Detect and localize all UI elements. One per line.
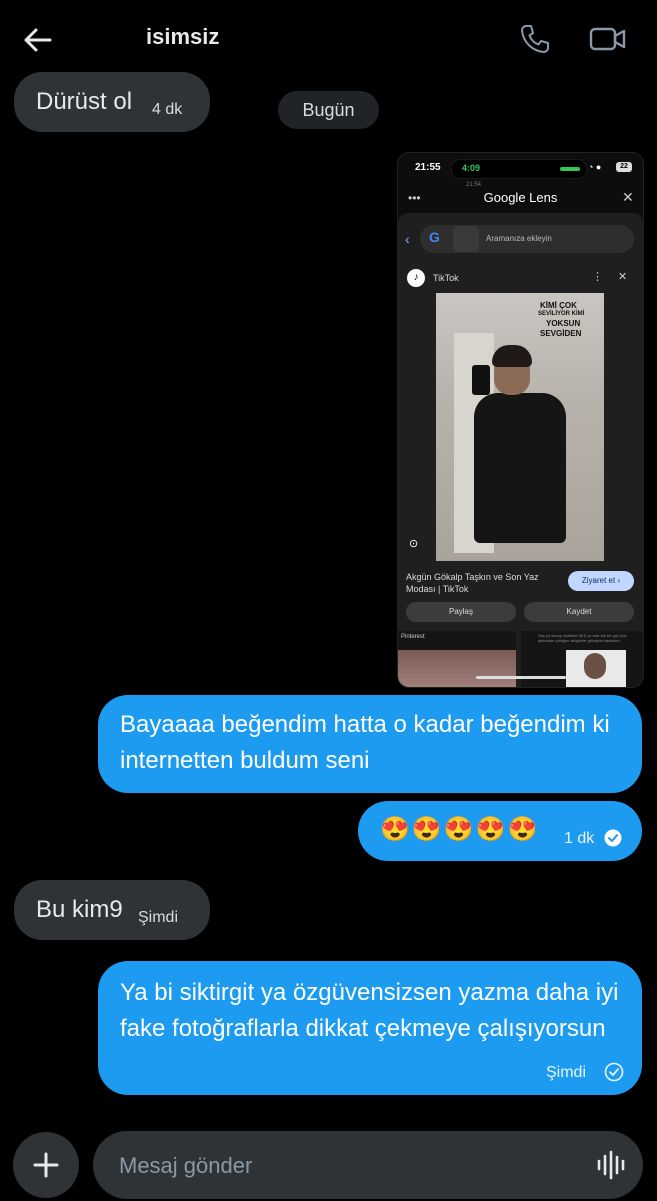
overlay-text: YOKSUN (546, 319, 581, 328)
message-text: Dürüst ol (36, 88, 133, 115)
result-photo: KİMİ ÇOK SEVİLİYOR KİMİ YOKSUN SEVGİDEN (436, 293, 604, 561)
result-title: Akgün Gökalp Taşkın ve Son Yaz Modası | … (406, 572, 539, 594)
message-emoji: 😍😍😍😍😍 (380, 816, 540, 843)
message-time: 4 dk (152, 101, 183, 118)
overlay-text: KİMİ ÇOK (540, 301, 577, 310)
tiktok-icon: ♪ (407, 269, 425, 287)
related-image-face (584, 653, 606, 679)
save-button: Kaydet (524, 602, 634, 622)
source-name: TikTok (433, 273, 459, 283)
google-logo-icon: G (429, 229, 440, 245)
message-time: Şimdi (138, 909, 179, 926)
outgoing-message[interactable]: Ya bi siktirgit ya özgüvensizsen yazma d… (98, 961, 642, 1095)
chat-header: isimsiz (0, 0, 657, 76)
overlay-text: SEVGİDEN (540, 329, 582, 338)
outgoing-message[interactable]: Bayaaaa beğendim hatta o kadar beğendim … (98, 695, 642, 793)
voice-waveform-icon[interactable] (596, 1150, 628, 1180)
photo-person-hair (492, 345, 532, 367)
battery-level: 22 (616, 162, 632, 172)
share-button: Paylaş (406, 602, 516, 622)
message-text: Bu kim9 (36, 896, 123, 923)
photo-phone (472, 365, 490, 395)
overlay-text: SEVİLİYOR KİMİ (538, 311, 585, 317)
phone-icon[interactable] (518, 22, 552, 56)
photo-person-body (474, 393, 566, 543)
outgoing-message[interactable]: 😍😍😍😍😍 1 dk (358, 801, 642, 861)
search-thumbnail (453, 226, 479, 252)
related-card-text: Saç yıl olmuş sözlükte 9EŞ yıl arta tek … (538, 633, 627, 643)
audio-wave-icon (560, 167, 580, 171)
message-input[interactable] (117, 1131, 571, 1201)
pinterest-label: Pinterest (401, 634, 425, 640)
incoming-message[interactable]: Bu kim9 Şimdi (14, 880, 210, 940)
visit-button: Ziyaret et › (568, 571, 634, 591)
sub-time: 21:54 (466, 182, 482, 188)
status-time: 21:55 (415, 162, 441, 173)
close-icon: ✕ (618, 271, 628, 283)
wifi-icon: ◔ ● (588, 162, 602, 172)
incoming-message[interactable]: Dürüst ol 4 dk (14, 72, 210, 132)
sent-check-icon (604, 1062, 624, 1082)
image-attachment[interactable]: 21:55 4:09 ◔ ● 22 21:54 ••• Google Lens … (397, 152, 644, 688)
related-image (398, 650, 516, 687)
arrow-left-icon[interactable] (20, 22, 56, 58)
lens-search-placeholder: Aramanıza ekleyin (486, 234, 552, 243)
message-time: Şimdi (546, 1064, 587, 1081)
home-indicator (476, 676, 566, 679)
message-text: Ya bi siktirgit ya özgüvensizsen yazma d… (120, 979, 619, 1042)
video-camera-icon[interactable] (588, 22, 628, 56)
message-composer (93, 1131, 643, 1201)
lens-icon: ⊙ (409, 538, 419, 550)
conversation-title[interactable]: isimsiz (146, 24, 219, 50)
add-media-button[interactable] (13, 1132, 79, 1198)
message-text: Bayaaaa beğendim hatta o kadar beğendim … (120, 711, 610, 774)
close-icon: ✕ (622, 189, 634, 205)
chevron-left-icon: ‹ (405, 231, 410, 247)
seen-check-icon (604, 829, 622, 847)
message-time: 1 dk (564, 830, 595, 847)
island-timer: 4:09 (462, 163, 481, 173)
dynamic-island: 4:09 (451, 159, 587, 179)
kebab-menu-icon: ⋮ (592, 271, 603, 283)
plus-icon (33, 1152, 59, 1178)
date-separator: Bugün (278, 91, 379, 129)
lens-title: Google Lens (483, 190, 558, 205)
